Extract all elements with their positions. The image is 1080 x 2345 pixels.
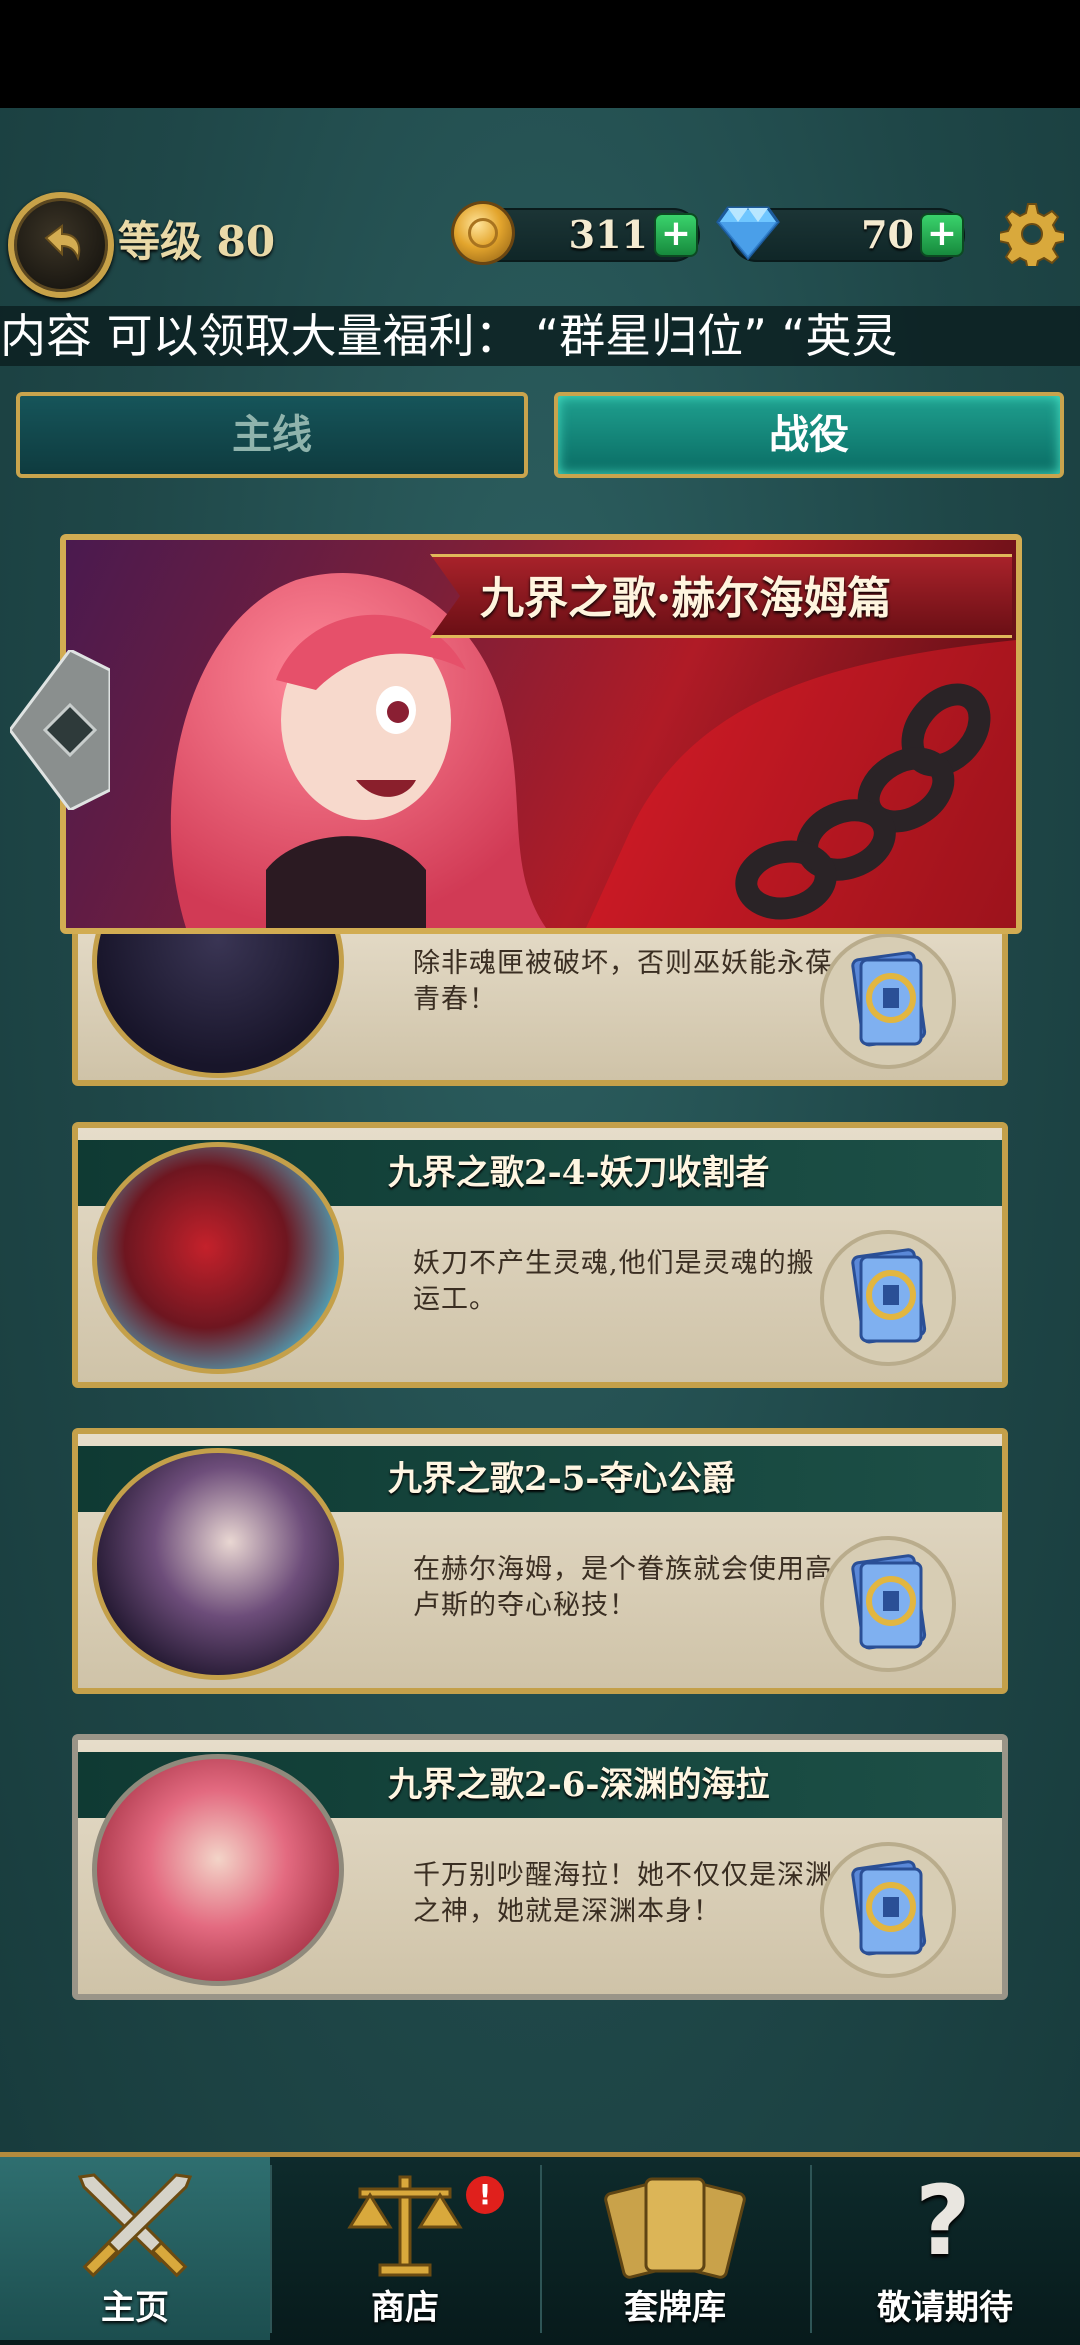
tab-campaign[interactable]: 战役 — [554, 392, 1064, 478]
stage-description: 除非魂匣被破坏，否则巫妖能永葆青春！ — [413, 948, 833, 1015]
previous-arrow-icon[interactable] — [10, 650, 110, 810]
gem-count: 70 — [861, 212, 914, 257]
plus-icon: + — [926, 213, 958, 254]
stage-description: 妖刀不产生灵魂,他们是灵魂的搬运工。 — [413, 1248, 815, 1315]
nav-label-home: 主页 — [101, 2288, 169, 2328]
tab-main-story[interactable]: 主线 — [16, 392, 528, 478]
stage-description: 千万别吵醒海拉！她不仅仅是深渊之神，她就是深渊本身！ — [413, 1860, 833, 1927]
card-pack-icon — [820, 933, 956, 1069]
plus-icon: + — [660, 213, 692, 254]
stage-portrait — [92, 1448, 344, 1680]
banner-title: 九界之歌·赫尔海姆篇 — [480, 573, 892, 624]
stage-card-2-5[interactable]: 九界之歌2-5-夺心公爵 在赫尔海姆，是个眷族就会使用高卢斯的夺心秘技！ — [72, 1428, 1008, 1694]
card-pack-icon — [820, 1842, 956, 1978]
stage-title: 九界之歌2-5-夺心公爵 — [388, 1459, 736, 1499]
gem-icon — [716, 206, 780, 260]
nav-label-coming-soon: 敬请期待 — [877, 2288, 1013, 2328]
stage-title: 九界之歌2-6-深渊的海拉 — [388, 1765, 770, 1805]
stage-title: 九界之歌2-4-妖刀收割者 — [388, 1153, 770, 1193]
nav-label-deck: 套牌库 — [624, 2288, 726, 2328]
swords-icon — [77, 2173, 193, 2278]
status-bar — [0, 0, 1080, 108]
back-button[interactable] — [8, 192, 114, 298]
stage-description: 在赫尔海姆，是个眷族就会使用高卢斯的夺心秘技！ — [413, 1554, 833, 1621]
card-pack-icon — [820, 1230, 956, 1366]
stage-card-2-6[interactable]: 九界之歌2-6-深渊的海拉 千万别吵醒海拉！她不仅仅是深渊之神，她就是深渊本身！ — [72, 1734, 1008, 2000]
gear-icon[interactable] — [1000, 202, 1064, 266]
player-level: 等级 80 — [118, 217, 276, 266]
coin-icon — [454, 204, 512, 262]
question-icon: ? — [915, 2165, 971, 2277]
back-arrow-icon — [44, 224, 81, 262]
cards-icon — [604, 2177, 746, 2279]
stage-portrait — [92, 1142, 344, 1374]
marquee-text: 内容 可以领取大量福利： “群星归位” “英灵 — [0, 309, 898, 363]
card-pack-icon — [820, 1536, 956, 1672]
add-gems-button[interactable]: + — [920, 213, 964, 257]
scales-icon — [347, 2175, 463, 2277]
add-coins-button[interactable]: + — [654, 213, 698, 257]
stage-portrait — [92, 1754, 344, 1986]
announcement-marquee: 内容 可以领取大量福利： “群星归位” “英灵 — [0, 306, 1080, 366]
coin-count: 311 — [568, 212, 648, 257]
nav-label-shop: 商店 — [371, 2288, 439, 2328]
notification-badge: ! — [466, 2176, 504, 2214]
stage-card-2-4[interactable]: 九界之歌2-4-妖刀收割者 妖刀不产生灵魂,他们是灵魂的搬运工。 — [72, 1122, 1008, 1388]
